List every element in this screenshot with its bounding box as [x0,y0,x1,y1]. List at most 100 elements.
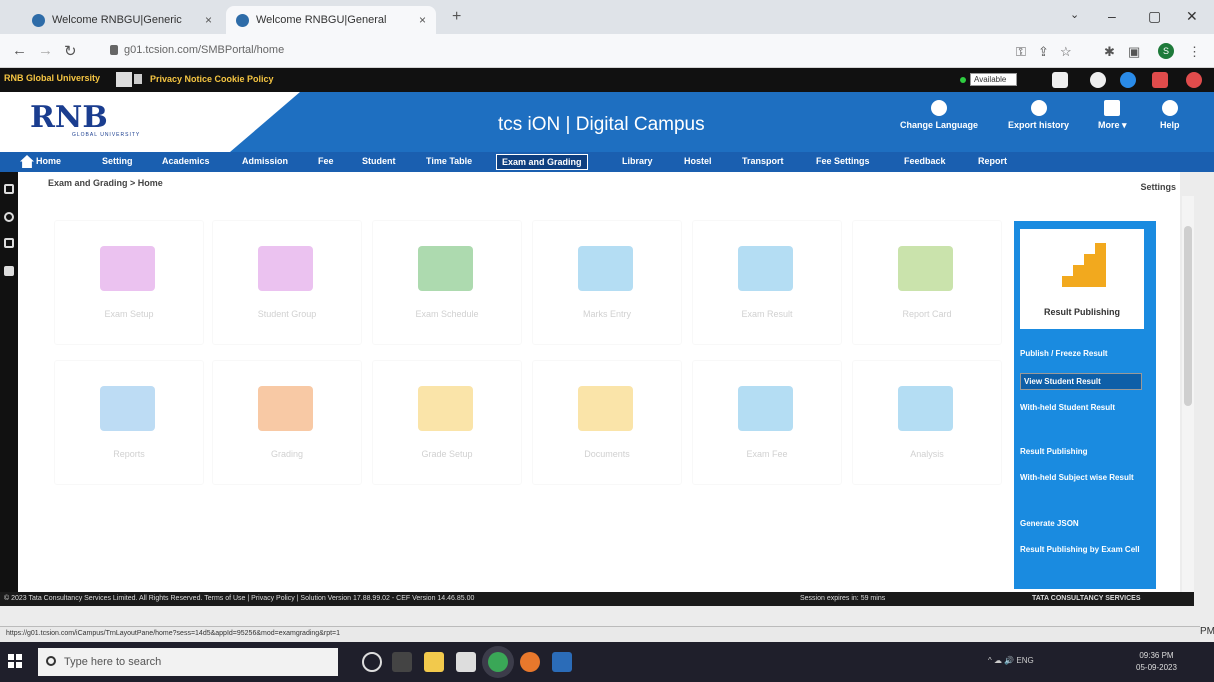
store-icon[interactable] [456,652,476,672]
module-tile[interactable]: Report Card [852,220,1002,345]
edge-text: PM [1200,626,1214,637]
module-tile[interactable]: Reports [54,360,204,485]
nav-hostel[interactable]: Hostel [684,156,712,166]
university-name: RNB Global University [4,73,101,83]
module-tile[interactable]: Marks Entry [532,220,682,345]
module-tile[interactable]: Grade Setup [372,360,522,485]
logo-subtitle: GLOBAL UNIVERSITY [72,132,141,138]
user-avatar[interactable] [116,72,132,87]
export-history-label: Export history [1008,120,1070,130]
export-history-button[interactable]: Export history [1008,100,1069,130]
info-icon[interactable] [1120,72,1136,88]
logo-area: RNB GLOBAL UNIVERSITY [0,92,300,152]
module-icon [418,386,473,431]
home-icon[interactable] [20,155,34,168]
module-tile[interactable]: Exam Schedule [372,220,522,345]
briefcase-icon[interactable] [4,266,14,276]
close-icon[interactable]: × [409,13,426,27]
share-icon[interactable]: ⇪ [1038,44,1049,60]
privacy-links[interactable]: Privacy Notice Cookie Policy [150,74,274,84]
menu-icon[interactable]: ⋮ [1188,44,1201,60]
settings-icon[interactable] [4,212,14,222]
header-banner: RNB GLOBAL UNIVERSITY tcs iON | Digital … [0,92,1214,152]
power-icon[interactable] [1186,72,1202,88]
nav-admission[interactable]: Admission [242,156,288,166]
calendar-icon[interactable] [4,238,14,248]
nav-library[interactable]: Library [622,156,653,166]
firefox-icon[interactable] [520,652,540,672]
module-tile[interactable]: Documents [532,360,682,485]
module-icon [738,386,793,431]
nav-student[interactable]: Student [362,156,396,166]
nav-home[interactable]: Home [36,156,61,166]
cortana-icon[interactable] [362,652,382,672]
link-withheld-subject-result[interactable]: With-held Subject wise Result [1020,471,1142,484]
module-tile[interactable]: Exam Fee [692,360,842,485]
extensions-icon[interactable]: ✱ [1104,44,1115,60]
status-url-preview: https://g01.tcsion.com/iCampus/TrnLayout… [0,626,1200,642]
link-publish-freeze-result[interactable]: Publish / Freeze Result [1020,347,1142,360]
module-tile[interactable]: Exam Setup [54,220,204,345]
link-withheld-student-result[interactable]: With-held Student Result [1020,401,1142,414]
new-tab-icon[interactable]: + [452,8,461,26]
close-window-icon[interactable]: ✕ [1186,8,1198,25]
minimize-icon[interactable]: – [1108,8,1116,24]
maximize-icon[interactable]: ▢ [1148,8,1161,25]
nav-report[interactable]: Report [978,156,1007,166]
url-field[interactable]: g01.tcsion.com/SMBPortal/home [110,44,284,56]
nav-setting[interactable]: Setting [102,156,133,166]
reload-icon[interactable]: ↻ [64,42,77,60]
file-explorer-icon[interactable] [424,652,444,672]
chrome-icon[interactable] [488,652,508,672]
chevron-down-icon[interactable]: ⌄ [1070,8,1079,21]
more-button[interactable]: More ▾ [1098,100,1127,131]
clock-time: 09:36 PM [1139,651,1174,660]
nav-fee-settings[interactable]: Fee Settings [816,156,870,166]
module-label: Exam Setup [104,309,154,319]
module-icon [258,246,313,291]
search-icon [46,656,56,666]
link-result-publishing-exam-cell[interactable]: Result Publishing by Exam Cell [1020,543,1142,556]
key-icon[interactable]: ⚿ [1016,44,1026,60]
windows-start-icon[interactable] [8,654,22,668]
browser-tab-active[interactable]: Welcome RNBGU|General × [226,6,436,34]
nav-time-table[interactable]: Time Table [426,156,472,166]
taskbar-search[interactable]: Type here to search [38,648,338,676]
change-language-button[interactable]: Change Language [900,100,978,130]
module-tile[interactable]: Grading [212,360,362,485]
home-icon[interactable] [1052,72,1068,88]
tools-icon[interactable] [1090,72,1106,88]
sidebar-icon[interactable]: ▣ [1128,44,1140,60]
link-result-publishing[interactable]: Result Publishing [1020,445,1142,458]
notification-icon[interactable] [1152,72,1168,88]
link-view-student-result[interactable]: View Student Result [1020,373,1142,390]
session-timer: Session expires in: 59 mins [800,595,886,602]
nav-fee[interactable]: Fee [318,156,334,166]
star-icon[interactable]: ☆ [1060,44,1072,60]
nav-exam-and-grading[interactable]: Exam and Grading [496,154,588,170]
forward-icon[interactable]: → [38,42,53,59]
status-select[interactable]: Available [970,73,1018,86]
nav-transport[interactable]: Transport [742,156,784,166]
close-icon[interactable]: × [195,13,212,27]
system-tray[interactable]: ^ ☁ 🔊 ENG [988,656,1034,665]
availability-status[interactable]: Available [960,73,1018,86]
profile-avatar[interactable]: S [1158,43,1174,59]
browser-tab[interactable]: Welcome RNBGU|Generic × [22,6,222,34]
module-tile[interactable]: Analysis [852,360,1002,485]
result-publishing-card[interactable]: Result Publishing [1020,229,1144,329]
nav-academics[interactable]: Academics [162,156,210,166]
back-icon[interactable]: ← [12,42,27,59]
task-view-icon[interactable] [392,652,412,672]
settings-link[interactable]: Settings [1140,182,1176,192]
link-generate-json[interactable]: Generate JSON [1020,517,1142,530]
taskbar-clock[interactable]: 09:36 PM 05-09-2023 [1136,650,1177,674]
module-tile[interactable]: Student Group [212,220,362,345]
vertical-scrollbar[interactable] [1182,196,1194,592]
scrollbar-thumb[interactable] [1184,226,1192,406]
word-icon[interactable] [552,652,572,672]
nav-feedback[interactable]: Feedback [904,156,946,166]
dashboard-icon[interactable] [4,184,14,194]
help-button[interactable]: Help [1160,100,1180,130]
module-tile[interactable]: Exam Result [692,220,842,345]
